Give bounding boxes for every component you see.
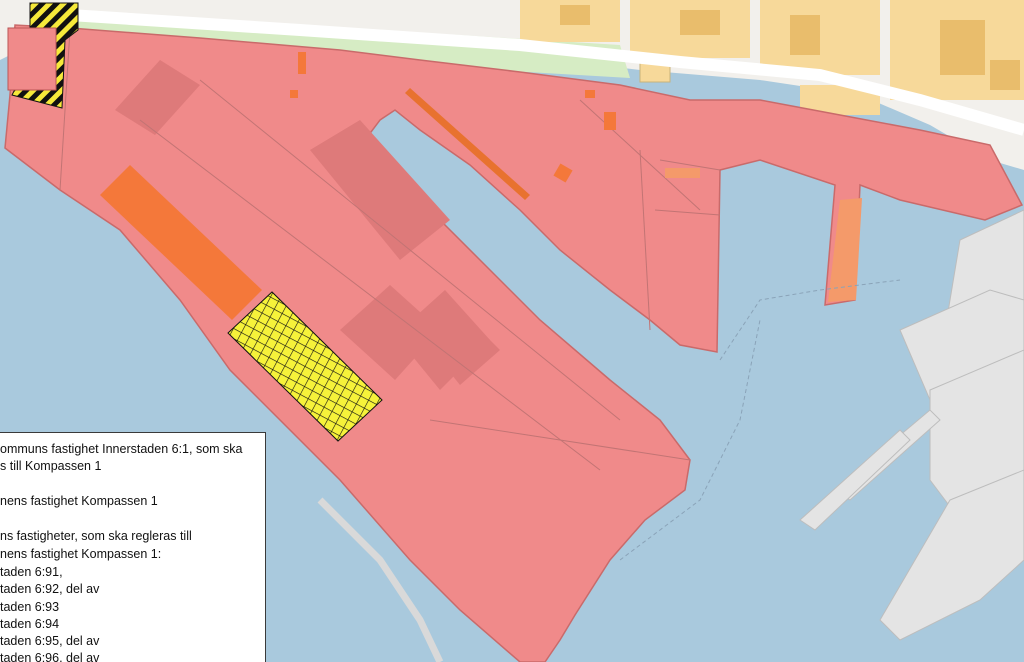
legend-line: taden 6:91, (0, 565, 63, 579)
legend-line: taden 6:94 (0, 617, 60, 631)
legend-line: ns fastigheter, som ska regleras till (0, 529, 192, 543)
legend-line: nens fastighet Kompassen 1: (0, 547, 162, 561)
legend-line: s till Kompassen 1 (0, 459, 102, 473)
legend-line: taden 6:95, del av (0, 634, 100, 648)
legend-line: ommuns fastighet Innerstaden 6:1, som sk… (0, 442, 243, 456)
legend-line: taden 6:92, del av (0, 582, 100, 596)
legend-line: taden 6:93 (0, 600, 60, 614)
legend-line: taden 6:96, del av (0, 651, 100, 662)
corner-pink-plot (7, 27, 57, 91)
legend-line: nens fastighet Kompassen 1 (0, 494, 158, 508)
map-legend: ommuns fastighet Innerstaden 6:1, som sk… (0, 432, 266, 662)
